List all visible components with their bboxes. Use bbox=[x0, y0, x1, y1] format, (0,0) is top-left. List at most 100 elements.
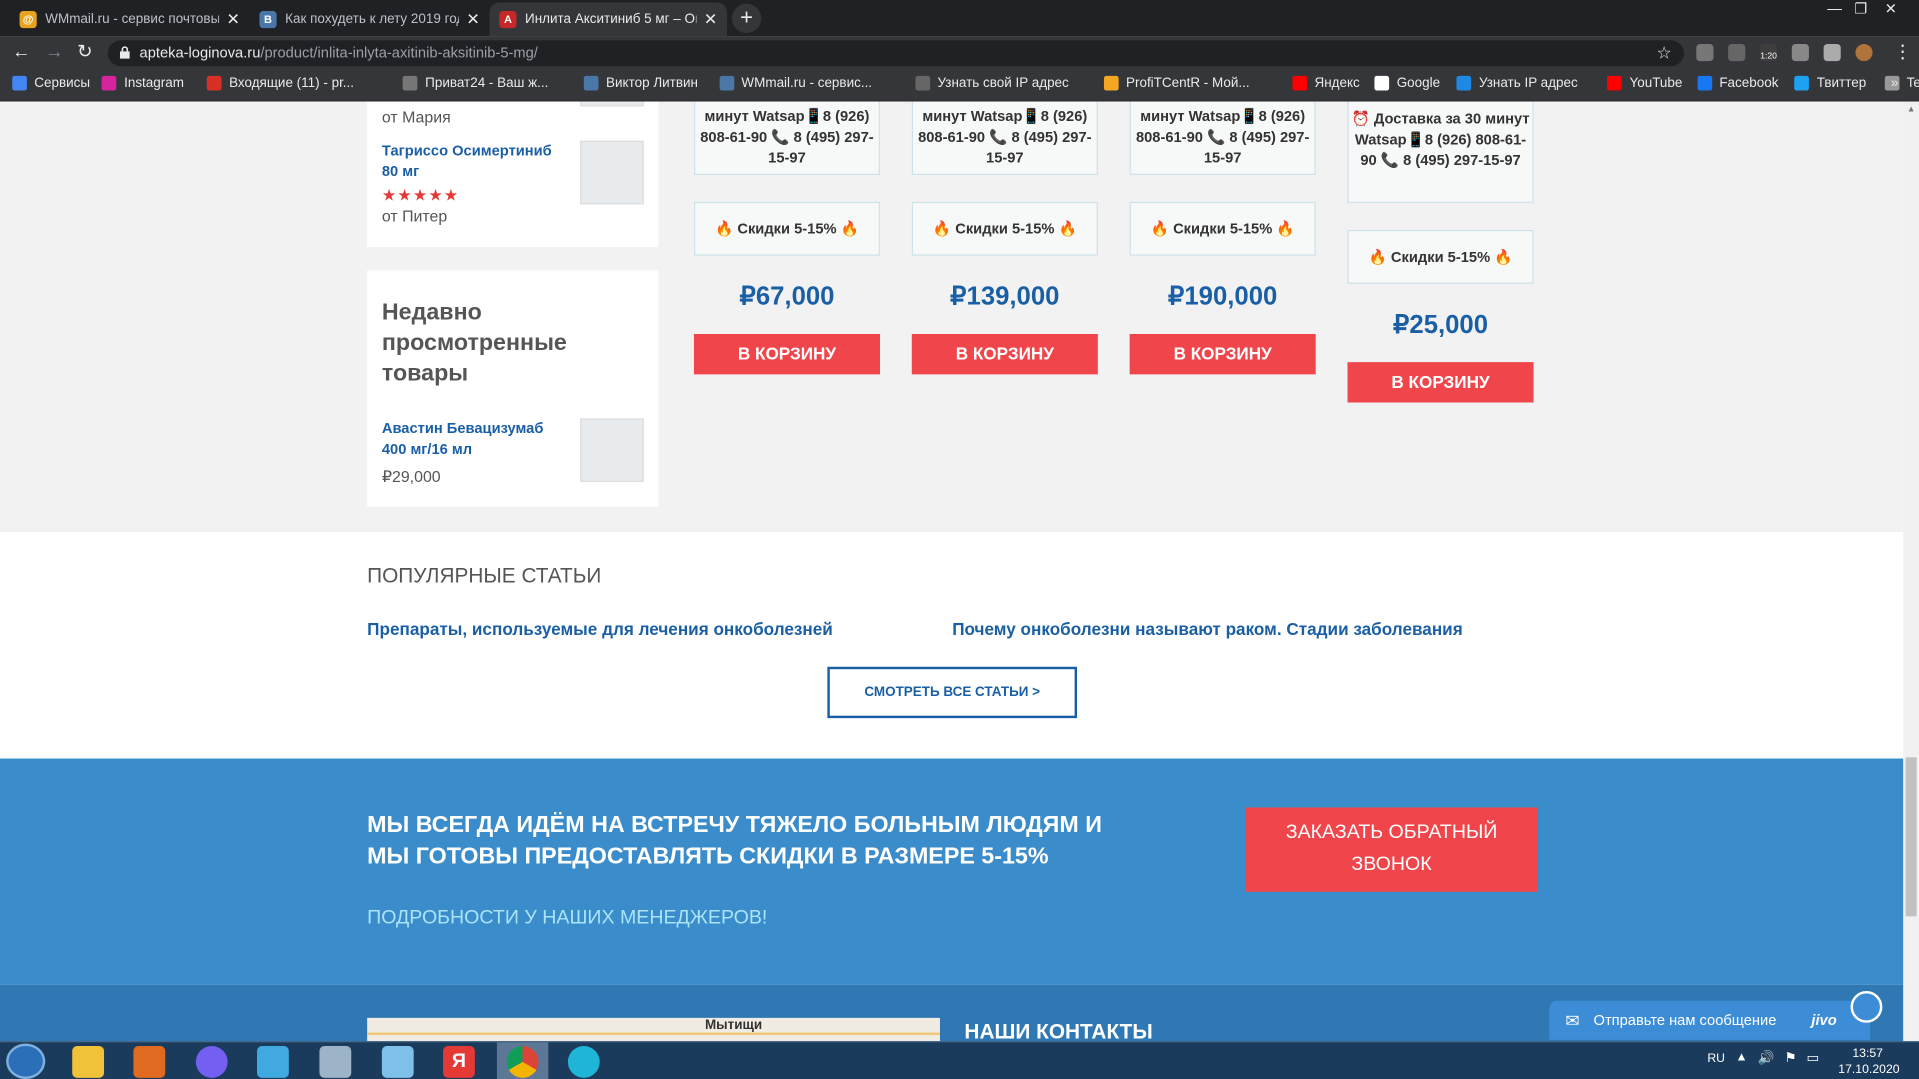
gmail-icon bbox=[207, 75, 222, 91]
bird-icon[interactable] bbox=[257, 1046, 289, 1078]
add-to-cart-button[interactable]: В КОРЗИНУ bbox=[1347, 362, 1534, 403]
jivo-chat-widget[interactable]: ✉ Отправьте нам сообщение jivo bbox=[1549, 990, 1883, 1040]
puzzle-icon[interactable] bbox=[1823, 44, 1841, 62]
extension-icon[interactable] bbox=[1728, 44, 1746, 62]
jivo-avatar-icon bbox=[1850, 990, 1883, 1023]
viber-icon[interactable] bbox=[195, 1046, 228, 1078]
review-author: от Мария bbox=[381, 107, 451, 127]
yandex-browser-icon[interactable]: Я bbox=[443, 1046, 475, 1078]
edge-icon[interactable] bbox=[567, 1046, 600, 1078]
bookmark-item[interactable]: Сервисы bbox=[12, 75, 90, 91]
reviews-widget: от Мария Тагриссо Осимертиниб 80 мг ★★★★… bbox=[367, 101, 659, 248]
tab-inlita[interactable]: А Инлита Акситиниб 5 мг – Онкол ✕ bbox=[489, 2, 727, 37]
rating-stars: ★★★★★ bbox=[381, 185, 460, 205]
chart-icon bbox=[1103, 75, 1119, 91]
time: 13:57 bbox=[1852, 1047, 1883, 1061]
new-tab-button[interactable]: + bbox=[731, 3, 762, 34]
clock-extension-icon[interactable]: 1:20 bbox=[1759, 44, 1778, 62]
flag-icon[interactable]: ⚑ bbox=[1784, 1050, 1796, 1066]
bookmark-item[interactable]: Instagram bbox=[102, 75, 184, 91]
callback-button[interactable]: ЗАКАЗАТЬ ОБРАТНЫЙ ЗВОНОК bbox=[1245, 807, 1538, 892]
google-icon bbox=[1374, 75, 1390, 91]
tab-strip: @ WMmail.ru - сервис почтовых р ✕ В Как … bbox=[0, 0, 1919, 37]
address-bar[interactable]: apteka-loginova.ru/product/inlita-inlyta… bbox=[107, 40, 1685, 67]
all-articles-button[interactable]: СМОТРЕТЬ ВСЕ СТАТЬИ > bbox=[827, 666, 1078, 719]
windows-taskbar: Я RU ▲ 🔊 ⚑ ▭ 13:57 17.10.2020 bbox=[0, 1041, 1919, 1079]
bookmark-item[interactable]: Узнать свой IP адрес bbox=[915, 75, 1069, 91]
bookmark-item[interactable]: Яндекс bbox=[1292, 75, 1360, 91]
folder-icon[interactable] bbox=[72, 1046, 105, 1078]
extension-icon[interactable] bbox=[1696, 44, 1714, 62]
bookmark-item[interactable]: Google bbox=[1374, 75, 1440, 91]
forward-icon[interactable]: → bbox=[45, 42, 63, 64]
vk-icon bbox=[584, 75, 599, 91]
article-link[interactable]: Препараты, используемые для лечения онко… bbox=[367, 619, 833, 639]
add-to-cart-button[interactable]: В КОРЗИНУ bbox=[911, 333, 1098, 375]
clock[interactable]: 13:57 17.10.2020 bbox=[1838, 1046, 1899, 1078]
map[interactable]: Мытищи bbox=[367, 1017, 940, 1043]
product-thumbnail[interactable] bbox=[580, 140, 644, 205]
tab-title: WMmail.ru - сервис почтовых р bbox=[45, 12, 220, 27]
chrome-task[interactable] bbox=[496, 1042, 549, 1079]
jivo-text: Отправьте нам сообщение bbox=[1593, 1011, 1777, 1029]
tab-wmmail[interactable]: @ WMmail.ru - сервис почтовых р ✕ bbox=[10, 2, 250, 36]
articles-title: ПОПУЛЯРНЫЕ СТАТЬИ bbox=[367, 563, 602, 588]
article-link[interactable]: Почему онкоболезни называют раком. Стади… bbox=[952, 619, 1463, 639]
bookmark-item[interactable]: ProfiTCentR - Мой... bbox=[1103, 75, 1250, 91]
tray-arrow-icon[interactable]: ▲ bbox=[1735, 1051, 1747, 1064]
minimize-icon[interactable]: — bbox=[1827, 0, 1842, 17]
restore-icon[interactable]: ❐ bbox=[1854, 0, 1867, 17]
tab-vk[interactable]: В Как похудеть к лету 2019 года ✕ bbox=[250, 2, 490, 36]
volume-icon[interactable]: 🔊 bbox=[1758, 1050, 1775, 1066]
bookmark-item[interactable]: WMmail.ru - сервис... bbox=[719, 75, 872, 91]
close-icon[interactable]: ✕ bbox=[227, 10, 240, 30]
product-price: ₽25,000 bbox=[1393, 310, 1489, 339]
back-icon[interactable]: ← bbox=[12, 42, 30, 64]
bookmark-item[interactable]: Facebook bbox=[1697, 75, 1778, 91]
star-icon[interactable]: ☆ bbox=[1656, 40, 1671, 66]
start-button[interactable] bbox=[6, 1043, 46, 1079]
calculator-icon[interactable] bbox=[319, 1046, 352, 1078]
promo-headline: МЫ ВСЕГДА ИДЁМ НА ВСТРЕЧУ ТЯЖЕЛО БОЛЬНЫМ… bbox=[367, 812, 1102, 870]
close-icon[interactable]: ✕ bbox=[466, 10, 479, 30]
clock-badge: 1:20 bbox=[1760, 52, 1777, 62]
bookmark-item[interactable]: Приват24 - Ваш ж... bbox=[403, 75, 548, 91]
close-window-icon[interactable]: ✕ bbox=[1885, 0, 1897, 17]
add-to-cart-button[interactable]: В КОРЗИНУ bbox=[693, 333, 880, 375]
map-city-label: Мытищи bbox=[704, 1017, 763, 1033]
product-link-tagrisso[interactable]: Тагриссо Осимертиниб 80 мг bbox=[382, 141, 572, 183]
reload-icon[interactable]: ↻ bbox=[77, 42, 92, 64]
product-thumbnail[interactable] bbox=[580, 101, 644, 107]
promo-subtext: ПОДРОБНОСТИ У НАШИХ МЕНЕДЖЕРОВ! bbox=[367, 907, 768, 929]
qr-icon[interactable] bbox=[1791, 44, 1809, 62]
avatar[interactable] bbox=[1855, 44, 1873, 62]
language-indicator[interactable]: RU bbox=[1707, 1052, 1725, 1065]
add-to-cart-button[interactable]: В КОРЗИНУ bbox=[1129, 333, 1316, 375]
product-price: ₽139,000 bbox=[950, 282, 1060, 311]
bookmark-item[interactable]: Виктор Литвин bbox=[584, 75, 698, 91]
media-player-icon[interactable] bbox=[133, 1046, 166, 1078]
bookmark-item[interactable]: YouTube bbox=[1607, 75, 1682, 91]
recent-title: Недавно просмотренные товары bbox=[381, 299, 567, 387]
scroll-up-icon[interactable]: ▲ bbox=[1907, 105, 1915, 114]
search-icon bbox=[915, 75, 931, 91]
bookmark-label: Узнать свой IP адрес bbox=[937, 75, 1069, 91]
network-icon[interactable]: ▭ bbox=[1806, 1050, 1819, 1066]
promo-section: МЫ ВСЕГДА ИДЁМ НА ВСТРЕЧУ ТЯЖЕЛО БОЛЬНЫМ… bbox=[0, 758, 1904, 985]
bookmark-item[interactable]: Входящие (11) - pr... bbox=[207, 75, 354, 91]
facebook-icon bbox=[1697, 75, 1712, 91]
discount-badge: 🔥 Скидки 5-15% 🔥 bbox=[693, 201, 880, 256]
product-link-avastin[interactable]: Авастин Бевацизумаб 400 мг/16 мл bbox=[382, 418, 572, 460]
notes-icon[interactable] bbox=[381, 1046, 414, 1078]
bookmark-item[interactable]: Узнать IP адрес bbox=[1456, 75, 1578, 91]
bookmark-item[interactable]: Твиттер bbox=[1794, 75, 1866, 91]
discount-badge: 🔥 Скидки 5-15% 🔥 bbox=[911, 201, 1098, 256]
close-icon[interactable]: ✕ bbox=[704, 10, 717, 30]
menu-icon[interactable]: ⋮ bbox=[1893, 42, 1911, 64]
scrollbar-thumb[interactable] bbox=[1905, 757, 1917, 917]
scrollbar[interactable]: ▲ bbox=[1903, 101, 1919, 1042]
more-bookmarks-icon[interactable]: » bbox=[1891, 76, 1898, 91]
product-thumbnail[interactable] bbox=[580, 418, 644, 483]
bookmark-label: Telegram: Contact... bbox=[1906, 75, 1919, 91]
bookmark-item[interactable]: Telegram: Contact... bbox=[1884, 75, 1919, 91]
